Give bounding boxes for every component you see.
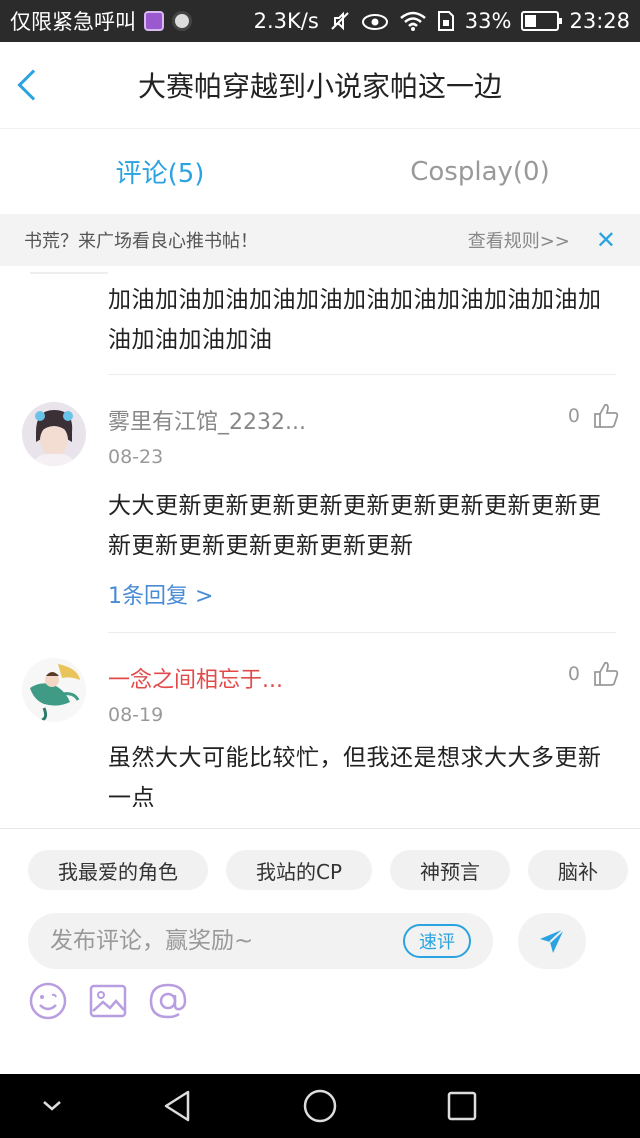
comment-text: 大大更新更新更新更新更新更新更新更新更新更新更新更新更新更新更新更新 <box>108 493 602 559</box>
like-control[interactable]: 0 <box>568 660 620 688</box>
sim-icon <box>437 11 454 31</box>
page-title: 大赛帕穿越到小说家帕这一边 <box>137 70 502 103</box>
divider <box>108 374 616 375</box>
battery-icon <box>521 11 563 31</box>
comment-item: 加油加油加油加油加油加油加油加油加油加油加油加油加油加油 <box>0 266 640 376</box>
tab-cosplay[interactable]: Cosplay(0) <box>320 129 640 214</box>
back-triangle-icon[interactable] <box>160 1088 196 1124</box>
comment-date: 08-19 <box>108 704 164 726</box>
thumbs-up-icon[interactable] <box>592 660 620 688</box>
chevron-down-icon[interactable] <box>40 1098 64 1114</box>
username[interactable]: 一念之间相忘于... <box>108 662 283 694</box>
header: 大赛帕穿越到小说家帕这一边 <box>0 42 640 128</box>
comment-item: 雾里有江馆_2232... 08-23 0 大大更新更新更新更新更新更新更新更新… <box>0 376 640 636</box>
comment-text: 虽然大大可能比较忙，但我还是想求大大多更新一点 <box>108 745 602 811</box>
gallery-app-icon <box>144 11 164 31</box>
comment-text: 加油加油加油加油加油加油加油加油加油加油加油加油加油加油 <box>108 287 602 353</box>
like-count: 0 <box>567 405 580 427</box>
like-count: 0 <box>567 663 580 685</box>
pet-app-icon <box>172 11 192 31</box>
username[interactable]: 雾里有江馆_2232... <box>108 404 306 436</box>
wifi-icon <box>399 11 426 31</box>
network-speed: 2.3K/s <box>253 9 319 33</box>
carrier-text: 仅限紧急呼叫 <box>10 10 136 34</box>
recents-square-icon[interactable] <box>446 1090 478 1122</box>
tab-comments[interactable]: 评论(5) <box>0 129 320 214</box>
comment-list[interactable]: 加油加油加油加油加油加油加油加油加油加油加油加油加油加油 雾里有江馆_2232.… <box>0 266 640 828</box>
send-button[interactable] <box>518 913 586 969</box>
comment-input[interactable] <box>50 928 390 954</box>
chip-fanfic[interactable]: 脑补 <box>528 850 629 890</box>
home-circle-icon[interactable] <box>302 1088 338 1124</box>
eye-icon <box>361 14 388 30</box>
system-nav-bar <box>0 1074 640 1138</box>
notice-banner: 书荒？来广场看良心推书帖！ 查看规则>> ✕ <box>0 214 640 266</box>
chip-prediction[interactable]: 神预言 <box>390 850 511 890</box>
image-icon[interactable] <box>88 981 128 1021</box>
avatar[interactable] <box>22 402 86 466</box>
quick-comment-button[interactable]: 速评 <box>403 924 471 958</box>
compose-tools <box>28 981 188 1021</box>
emoji-icon[interactable] <box>28 981 68 1021</box>
comment-date: 08-23 <box>108 446 164 468</box>
back-icon[interactable] <box>17 69 49 101</box>
notice-text[interactable]: 书荒？来广场看良心推书帖！ <box>24 227 258 253</box>
avatar[interactable] <box>22 658 86 722</box>
close-icon[interactable]: ✕ <box>596 226 616 254</box>
thumbs-up-icon[interactable] <box>592 402 620 430</box>
divider <box>108 632 616 633</box>
reply-link[interactable]: 1条回复 > <box>108 578 213 610</box>
status-bar: 仅限紧急呼叫 2.3K/s 33% 23:28 <box>0 0 640 42</box>
view-rules-link[interactable]: 查看规则>> <box>468 227 570 253</box>
comment-item: 一念之间相忘于... 08-19 0 虽然大大可能比较忙，但我还是想求大大多更新… <box>0 636 640 828</box>
topic-chips: 我最爱的角色 我站的CP 神预言 脑补 <box>28 850 629 890</box>
mention-icon[interactable] <box>148 981 188 1021</box>
comment-input-box[interactable]: 速评 <box>28 913 493 969</box>
mute-icon <box>331 11 349 31</box>
battery-percent: 33% <box>464 9 512 33</box>
compose-panel: 我最爱的角色 我站的CP 神预言 脑补 速评 <box>0 828 640 1074</box>
clock: 23:28 <box>569 9 630 33</box>
chip-favorite-character[interactable]: 我最爱的角色 <box>28 850 208 890</box>
chip-ship[interactable]: 我站的CP <box>226 850 373 890</box>
like-control[interactable]: 0 <box>568 402 620 430</box>
send-icon <box>540 928 565 953</box>
tab-bar: 评论(5) Cosplay(0) <box>0 128 640 214</box>
